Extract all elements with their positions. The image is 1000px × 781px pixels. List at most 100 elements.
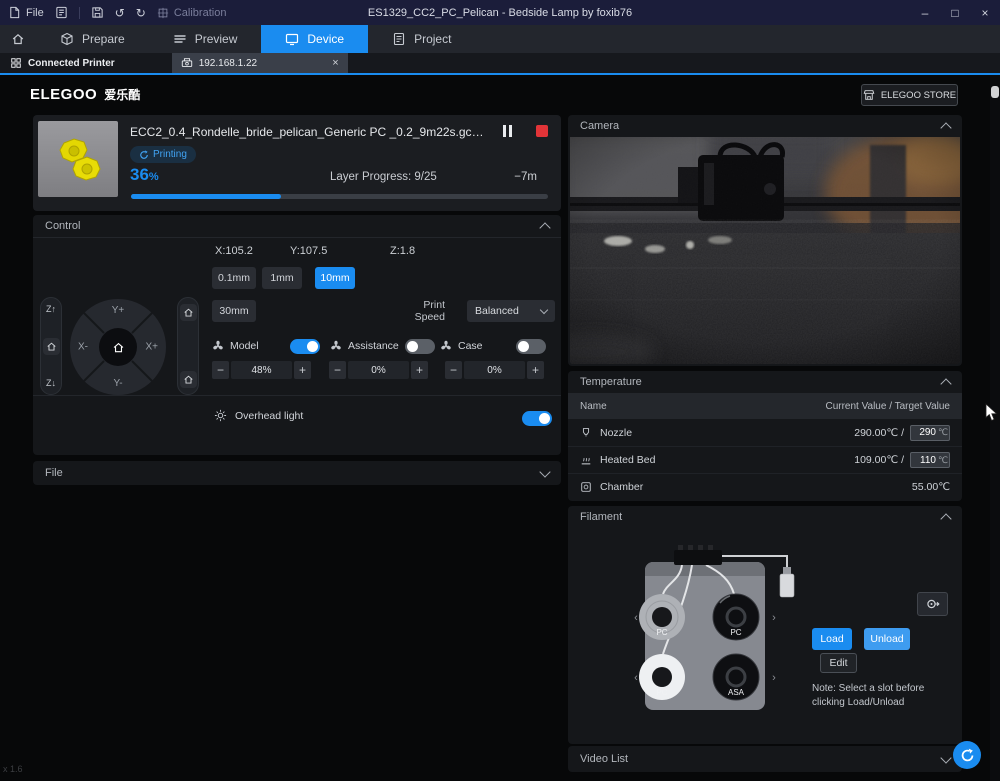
jog-x-plus[interactable]: X+ [145,342,158,353]
overhead-light-toggle[interactable] [522,411,552,426]
filament-slot-1[interactable]: PC [639,594,685,640]
video-list-title: Video List [580,753,628,765]
home-button[interactable] [0,25,36,53]
bed-home-button[interactable] [180,304,197,321]
video-list-header[interactable]: Video List [568,746,962,772]
tab-project[interactable]: Project [368,25,475,53]
all-home-button[interactable] [180,371,197,388]
temperature-panel-header[interactable]: Temperature [568,371,962,393]
tab-preview[interactable]: Preview [149,25,262,53]
step-1mm-button[interactable]: 1mm [262,267,302,289]
print-speed-select[interactable]: Balanced [467,300,555,322]
filament-settings-button[interactable] [917,592,948,616]
undo-icon[interactable]: ↺ [115,7,125,19]
filament-panel-header[interactable]: Filament [568,506,962,528]
camera-panel-header[interactable]: Camera [568,115,962,137]
slot-1-label: PC [656,628,667,637]
plus-button[interactable]: + [411,361,428,379]
close-button[interactable]: × [970,0,1000,25]
slot-prev-icon[interactable]: ‹ [634,612,638,624]
minus-button[interactable]: − [445,361,462,379]
step-0.1mm-button[interactable]: 0.1mm [212,267,256,289]
refresh-button[interactable] [953,741,981,769]
file-panel-header[interactable]: File [33,461,561,485]
file-menu[interactable]: File [8,6,44,19]
expand-chevron-icon[interactable] [539,466,550,477]
nozzle-target-input[interactable] [914,427,936,438]
filament-title: Filament [580,511,622,523]
slot-next-icon[interactable]: › [772,612,776,624]
home-icon [112,341,125,354]
unload-button[interactable]: Unload [864,628,910,650]
case-fan-toggle[interactable] [516,339,546,354]
plus-button[interactable]: + [527,361,544,379]
calibration-menu[interactable]: Calibration [157,7,227,19]
chamber-current-temp: 55.00℃ [912,481,950,493]
xy-jog-pad[interactable]: Y+ Y- X- X+ [70,299,166,395]
job-progress-fill [131,194,281,199]
step-30mm-button[interactable]: 30mm [212,300,256,322]
load-button[interactable]: Load [812,628,852,650]
tab-prepare[interactable]: Prepare [36,25,149,53]
filament-slot-4[interactable]: ASA [713,654,759,700]
job-progress-percent: 36% [130,165,159,185]
scrollbar-thumb[interactable] [991,86,999,98]
xy-home-button[interactable] [99,328,137,366]
model-fan-toggle[interactable] [290,339,320,354]
home-icon [11,32,25,46]
edit-button[interactable]: Edit [820,653,857,673]
calibration-icon [157,7,169,19]
plus-button[interactable]: + [294,361,311,379]
z-home-button[interactable] [43,338,60,355]
notes-icon[interactable] [55,6,68,19]
filament-note: Note: Select a slot before clicking Load… [812,682,954,709]
slot-prev-icon[interactable]: ‹ [634,672,638,684]
expand-chevron-icon[interactable] [940,752,951,763]
collapse-chevron-icon[interactable] [940,513,951,524]
printer-tab[interactable]: 192.168.1.22 × [172,53,348,73]
elegoo-store-button[interactable]: ELEGOO STORE [861,84,958,106]
assistance-fan-stepper: − 0% + [329,361,428,379]
page-scrollbar[interactable] [990,75,1000,781]
jog-y-plus[interactable]: Y+ [112,305,125,316]
minimize-button[interactable]: – [910,0,940,25]
z-jog-column: Z↑ Z↓ [40,297,62,395]
printing-status-badge: Printing [130,146,196,163]
maximize-button[interactable]: □ [940,0,970,25]
jog-y-minus[interactable]: Y- [113,378,122,389]
fan-icon [440,340,452,352]
pause-button[interactable] [503,125,512,137]
step-10mm-button[interactable]: 10mm [315,267,355,289]
temperature-panel: Temperature Name Current Value / Target … [568,371,962,501]
overhead-light-label: Overhead light [214,409,303,422]
redo-icon[interactable]: ↻ [136,7,146,19]
print-speed-value: Balanced [475,305,519,317]
case-fan-label: Case [440,338,483,354]
printer-tab-close-icon[interactable]: × [332,57,338,69]
assistance-fan-toggle[interactable] [405,339,435,354]
filament-slot-2[interactable]: PC [713,594,759,640]
heated-bed-target-input[interactable] [914,455,936,466]
stop-button[interactable] [536,125,548,137]
minus-button[interactable]: − [212,361,229,379]
slot-4-label: ASA [728,688,745,697]
z-down-button[interactable]: Z↓ [46,378,56,388]
jog-x-minus[interactable]: X- [78,342,88,353]
device-icon [285,32,299,46]
printer-icon [181,57,193,69]
file-title: File [45,467,63,479]
assistance-fan-label: Assistance [330,338,399,354]
filament-slot-3[interactable]: PC [639,654,685,700]
control-panel-header[interactable]: Control [33,215,561,237]
tab-device[interactable]: Device [261,25,368,53]
slot-next-icon[interactable]: › [772,672,776,684]
prepare-icon [60,32,74,46]
elegoo-logo: ELEGOO 爱乐酷 [30,86,140,103]
z-up-button[interactable]: Z↑ [46,304,56,314]
collapse-chevron-icon[interactable] [539,222,550,233]
collapse-chevron-icon[interactable] [940,122,951,133]
save-icon[interactable] [91,6,104,19]
file-menu-label: File [26,7,44,19]
collapse-chevron-icon[interactable] [940,378,951,389]
minus-button[interactable]: − [329,361,346,379]
